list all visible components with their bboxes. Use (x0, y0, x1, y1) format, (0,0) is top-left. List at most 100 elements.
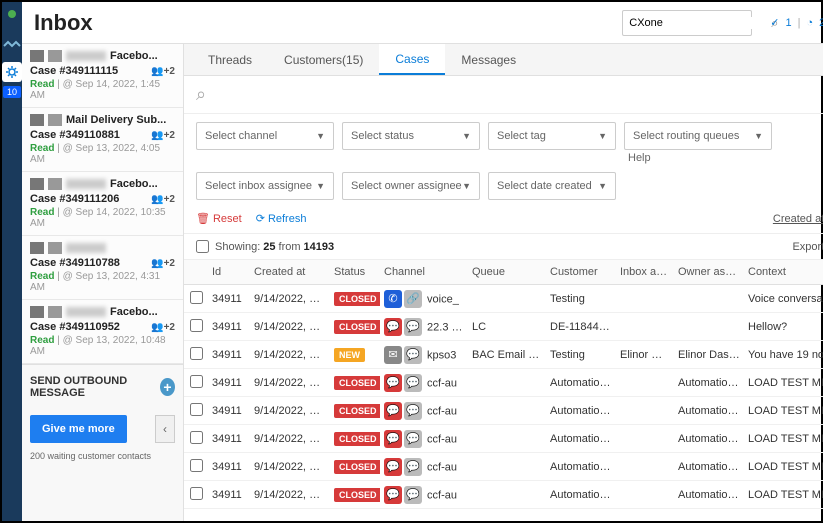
cell-owner: Automation SO. (674, 399, 744, 423)
case-card[interactable]: Facebo...Case #349110952👥+2Read | @ Sep … (22, 300, 183, 364)
cell-queue: LC (468, 315, 546, 339)
send-outbound-button[interactable]: SEND OUTBOUND MESSAGE + (22, 364, 183, 409)
env2-icon: ✉ (384, 346, 402, 364)
tab-threads[interactable]: Threads (192, 44, 268, 75)
cell-created: 9/14/2022, 10:3 (250, 343, 330, 367)
showing-bar: Showing: 25 from 14193 Export⇪ (184, 233, 823, 260)
msg-icon: 💬 (404, 318, 422, 336)
table-row[interactable]: 349119/14/2022, 12:1CLOSED💬💬 22.3 H 22.3… (184, 313, 823, 341)
table-row[interactable]: 349119/14/2022, 10:1CLOSED💬💬 ccf-auAutom… (184, 397, 823, 425)
plus-icon: + (160, 378, 175, 396)
cell-customer: Automation 4 (546, 483, 616, 507)
collapse-sidebar-button[interactable]: ‹ (155, 415, 175, 443)
redacted-text (66, 307, 106, 317)
export-button[interactable]: Export⇪ (792, 240, 823, 253)
caret-down-icon: ▼ (462, 131, 471, 141)
cell-context: LOAD TEST MES (744, 483, 823, 507)
table-row[interactable]: 349119/14/2022, 10:1CLOSED💬💬 ccf-auAutom… (184, 453, 823, 481)
global-search[interactable]: ⌕ (622, 10, 752, 36)
card-title: Mail Delivery Sub... (66, 114, 175, 126)
filter-row: Select channel▼ Select status▼ Select ta… (184, 114, 823, 208)
table-row[interactable]: 349119/14/2022, 10:3CLOSED💬💬 ccf-auAutom… (184, 369, 823, 397)
caret-down-icon: ▼ (754, 131, 763, 141)
col-inbox-assignee[interactable]: Inbox assign... (616, 260, 674, 284)
filter-owner-assignee[interactable]: Select owner assignee▼ (342, 172, 480, 200)
filter-channel[interactable]: Select channel▼ (196, 122, 334, 150)
msg-icon: 💬 (404, 402, 422, 420)
filter-routing-queues[interactable]: Select routing queues▼ (624, 122, 772, 150)
table-row[interactable]: 349119/14/2022, 10:3NEW✉💬 kpso3BAC Email… (184, 341, 823, 369)
col-queue[interactable]: Queue (468, 260, 546, 284)
case-card[interactable]: Mail Delivery Sub...Case #349110881👥+2Re… (22, 108, 183, 172)
cell-customer: Testing (546, 343, 616, 367)
table-row[interactable]: 349119/14/2022, 10:0CLOSED💬💬 ccf-auAutom… (184, 481, 823, 509)
read-status: Read (30, 143, 54, 154)
col-context[interactable]: Context (744, 260, 823, 284)
col-customer[interactable]: Customer (546, 260, 616, 284)
msg-icon: 💬 (404, 486, 422, 504)
filter-date-created[interactable]: Select date created▼ (488, 172, 616, 200)
page-title: Inbox (34, 10, 174, 36)
top-stats: ✓ 1 | ◔ 200 (770, 16, 823, 29)
cell-inbox (616, 461, 674, 473)
col-owner-assignee[interactable]: Owner assig... (674, 260, 744, 284)
filter-status[interactable]: Select status▼ (342, 122, 480, 150)
filter-tag[interactable]: Select tag▼ (488, 122, 616, 150)
cell-id: 34911 (208, 483, 250, 507)
card-title: Facebo... (110, 178, 175, 190)
people-count: 👥+2 (151, 194, 175, 205)
filter-search[interactable]: ⌕ (184, 76, 823, 114)
table-row[interactable]: 349119/14/2022, 10:1CLOSED💬💬 ccf-auAutom… (184, 425, 823, 453)
reset-button[interactable]: 🗑Reset (196, 212, 242, 225)
settings-gear-icon[interactable] (2, 62, 22, 82)
tab-messages[interactable]: Messages (445, 44, 532, 75)
status-badge: CLOSED (334, 404, 380, 418)
cell-context: LOAD TEST MES (744, 427, 823, 451)
cell-id: 34911 (208, 287, 250, 311)
row-checkbox[interactable] (190, 431, 203, 444)
redacted-text (66, 179, 106, 189)
row-checkbox[interactable] (190, 347, 203, 360)
filter-inbox-assignee[interactable]: Select inbox assignee▼ (196, 172, 334, 200)
cell-inbox: Elinor Dashwoo (616, 343, 674, 367)
status-badge: CLOSED (334, 460, 380, 474)
tab-cases[interactable]: Cases (379, 44, 445, 75)
select-all-checkbox[interactable] (196, 240, 209, 253)
case-card[interactable]: Case #349110788👥+2Read | @ Sep 13, 2022,… (22, 236, 183, 300)
case-number: Case #349111115 (30, 65, 118, 77)
case-card[interactable]: Facebo...Case #349111115👥+2Read | @ Sep … (22, 44, 183, 108)
channel-icon (30, 178, 44, 190)
search-input[interactable] (629, 17, 771, 29)
table-row[interactable]: 349119/14/2022, 12:4CLOSED✆🔗 voice_Testi… (184, 285, 823, 313)
help-link[interactable]: Help (624, 150, 772, 164)
table-header: Id Created at Status Channel Queue Custo… (184, 260, 823, 285)
refresh-button[interactable]: ⟳Refresh (256, 212, 307, 225)
trash-icon: 🗑 (196, 212, 210, 225)
case-card[interactable]: Facebo...Case #349111206👥+2Read | @ Sep … (22, 172, 183, 236)
col-id[interactable]: Id (208, 260, 250, 284)
cell-inbox (616, 377, 674, 389)
read-status: Read (30, 207, 54, 218)
msg-icon: 💬 (404, 346, 422, 364)
cell-channel: 💬💬 ccf-au (380, 424, 468, 454)
col-status[interactable]: Status (330, 260, 380, 284)
cell-inbox (616, 405, 674, 417)
col-created[interactable]: Created at (250, 260, 330, 284)
sort-button[interactable]: Created at⇅ (773, 212, 823, 225)
people-count: 👥+2 (151, 130, 175, 141)
read-status: Read (30, 271, 54, 282)
top-bar: Inbox ⌕ ✓ 1 | ◔ 200 (22, 2, 823, 44)
col-channel[interactable]: Channel (380, 260, 468, 284)
app-logo-icon[interactable] (2, 34, 22, 54)
row-checkbox[interactable] (190, 375, 203, 388)
give-me-more-button[interactable]: Give me more (30, 415, 127, 443)
row-checkbox[interactable] (190, 403, 203, 416)
row-checkbox[interactable] (190, 487, 203, 500)
chat-icon: 💬 (384, 374, 402, 392)
row-checkbox[interactable] (190, 319, 203, 332)
tab-customers[interactable]: Customers(15) (268, 44, 379, 75)
row-checkbox[interactable] (190, 291, 203, 304)
msg-icon: 💬 (404, 374, 422, 392)
read-status: Read (30, 335, 54, 346)
row-checkbox[interactable] (190, 459, 203, 472)
